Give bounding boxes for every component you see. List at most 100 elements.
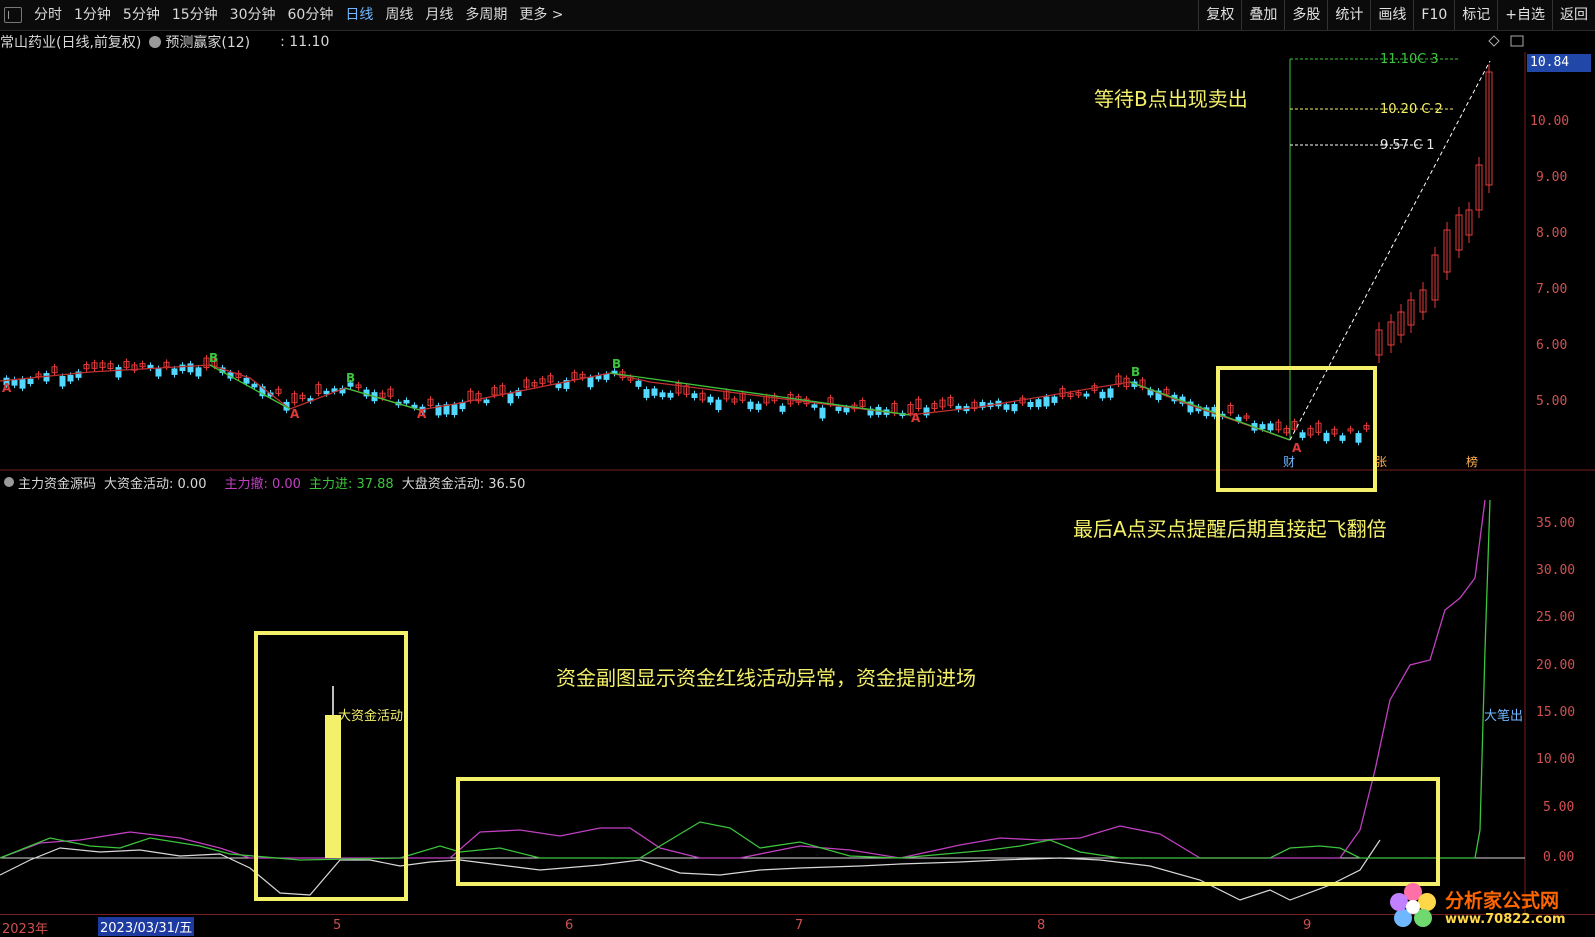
sell-signal-marker: B <box>612 357 621 371</box>
candle-body <box>507 393 514 404</box>
candle-body <box>1051 396 1058 403</box>
price-tick-10: 10.00 <box>1530 114 1570 129</box>
last-a-annotation: 最后A点买点提醒后期直接起飞翻倍 <box>1073 517 1387 541</box>
sub-chart-info-bar: 主力资金源码 大资金活动: 0.00 主力撤: 0.00 主力进: 37.88 … <box>0 472 533 492</box>
wait-b-annotation: 等待B点出现卖出 <box>1094 87 1248 111</box>
candlesticks <box>3 64 1493 446</box>
sub-tick-35: 35.00 <box>1536 516 1576 531</box>
red-trend-line <box>0 364 1291 441</box>
candle-body <box>1027 401 1034 407</box>
white-fund-line <box>0 839 1381 901</box>
candle-body <box>691 393 698 398</box>
cai-mark[interactable]: 财 <box>1283 455 1295 469</box>
market-activity-value: 大盘资金活动: 36.50 <box>401 476 526 492</box>
candle-body <box>1259 424 1266 430</box>
buy-signal-marker: A <box>417 407 427 421</box>
target-c2-label: 10.20 C 2 <box>1380 102 1443 117</box>
candle-body <box>59 375 66 387</box>
buy-signal-marker: A <box>911 411 921 425</box>
candle-body <box>755 403 762 410</box>
candle-body <box>27 378 34 385</box>
month-8: 8 <box>1037 918 1046 933</box>
flower-logo-icon <box>1390 883 1436 927</box>
main-out-value: 主力撤: 0.00 <box>224 476 301 492</box>
candle-body <box>1339 435 1346 441</box>
price-tick-8: 8.00 <box>1536 226 1568 241</box>
sub-tick-5: 5.00 <box>1543 800 1575 815</box>
candle-body <box>843 407 850 413</box>
buy-signal-marker: A <box>2 381 12 395</box>
buy-signal-marker: A <box>290 407 300 421</box>
candle-body <box>603 373 610 380</box>
candle-body <box>323 390 330 395</box>
candle-body <box>835 406 842 411</box>
month-6: 6 <box>565 918 574 933</box>
sell-signal-marker: B <box>1131 365 1140 379</box>
cursor-date-label: 2023/03/31/五 <box>98 917 195 936</box>
price-tick-5: 5.00 <box>1536 394 1568 409</box>
candle-body <box>155 368 162 377</box>
sub-settings-icon[interactable] <box>4 477 14 487</box>
buy-signal-marker: A <box>1292 441 1302 455</box>
candle-body <box>147 364 154 369</box>
candle-body <box>635 380 642 387</box>
candle-body <box>659 392 666 398</box>
candle-body <box>651 388 658 396</box>
price-tick-7: 7.00 <box>1536 282 1568 297</box>
price-tick-6: 6.00 <box>1536 338 1568 353</box>
candle-body <box>483 399 490 404</box>
big-out-label: 大笔出 <box>1484 708 1523 724</box>
candle-body <box>1323 432 1330 442</box>
kline-chart[interactable]: 11.10C 3 10.20 C 2 9.57 C 1 A B A B A B A B A 大资… <box>0 0 1595 935</box>
sub-tick-25: 25.00 <box>1536 610 1576 625</box>
candle-body <box>707 396 714 403</box>
candle-body <box>1035 399 1042 408</box>
target-c1-label: 9.57 C 1 <box>1380 138 1435 153</box>
candle-body <box>115 367 122 378</box>
candle-body <box>43 373 50 382</box>
candle-body <box>251 383 258 388</box>
sub-indicator-name[interactable]: 主力资金源码 <box>18 473 96 492</box>
candle-body <box>1003 404 1010 410</box>
signal-markers: A B A B A B A B A <box>2 351 1302 455</box>
candle-body <box>187 363 194 373</box>
candle-body <box>1299 432 1306 438</box>
candle-body <box>779 405 786 412</box>
fund-activity-highlight-box <box>456 777 1440 886</box>
bang-mark[interactable]: 榜 <box>1466 454 1478 469</box>
month-7: 7 <box>795 918 804 933</box>
sub-tick-20: 20.00 <box>1536 658 1576 673</box>
candle-body <box>811 404 818 408</box>
sub-tick-0: 0.00 <box>1543 850 1575 865</box>
month-5: 5 <box>333 918 342 933</box>
fund-note-annotation: 资金副图显示资金红线活动异常，资金提前进场 <box>556 666 976 690</box>
candle-body <box>19 378 26 389</box>
candle-body <box>459 402 466 410</box>
candle-body <box>747 401 754 410</box>
candle-body <box>819 407 826 419</box>
zhang-mark[interactable]: 张 <box>1375 455 1387 469</box>
candle-body <box>243 377 250 384</box>
candle-body <box>67 374 74 382</box>
candle-body <box>715 399 722 411</box>
candle-body <box>1083 393 1090 397</box>
price-tick-9: 9.00 <box>1536 170 1568 185</box>
current-price-box: 10.84 <box>1527 54 1591 72</box>
trend-lines <box>0 58 1491 441</box>
sell-signal-marker: B <box>209 351 218 365</box>
candle-body <box>667 392 674 398</box>
main-in-value: 主力进: 37.88 <box>308 476 394 492</box>
candle-body <box>195 367 202 377</box>
big-activity-value: 大资金活动: 0.00 <box>104 476 207 492</box>
target-c3-label: 11.10C 3 <box>1380 52 1439 67</box>
candle-body <box>643 389 650 398</box>
candle-body <box>555 383 562 389</box>
sub-tick-10: 10.00 <box>1536 752 1576 767</box>
candle-body <box>1355 433 1362 443</box>
candle-body <box>451 404 458 416</box>
candle-body <box>1043 396 1050 407</box>
watermark-name: 分析家公式网 <box>1445 890 1560 912</box>
candle-body <box>1107 388 1114 398</box>
candle-body <box>403 399 410 404</box>
green-trend-4 <box>1129 381 1291 441</box>
